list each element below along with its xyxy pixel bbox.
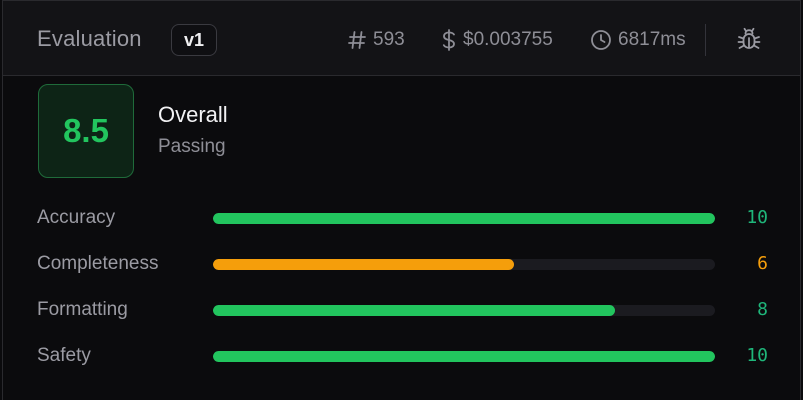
criterion-score: 10 bbox=[746, 345, 768, 366]
overall-score-box: 8.5 bbox=[38, 84, 134, 178]
criterion-row: Accuracy 10 bbox=[3, 203, 800, 233]
criterion-label: Accuracy bbox=[37, 207, 116, 228]
bug-icon[interactable] bbox=[736, 27, 762, 53]
criterion-score: 10 bbox=[746, 207, 768, 228]
criterion-label: Formatting bbox=[37, 299, 128, 320]
duration-value: 6817ms bbox=[618, 29, 686, 50]
overall-score: 8.5 bbox=[63, 112, 109, 149]
criterion-label: Completeness bbox=[37, 253, 159, 274]
score-bar-track bbox=[213, 259, 715, 270]
score-bar-fill bbox=[213, 259, 515, 270]
criterion-label: Safety bbox=[37, 345, 91, 366]
score-bar-track bbox=[213, 213, 715, 224]
criterion-row: Safety 10 bbox=[3, 341, 800, 371]
overall-label: Overall bbox=[158, 102, 228, 127]
criterion-score: 8 bbox=[757, 299, 768, 320]
score-bar-track bbox=[213, 351, 715, 362]
header-divider bbox=[705, 24, 706, 56]
criterion-score: 6 bbox=[757, 253, 768, 274]
evaluation-panel: Evaluation v1 593 $0.003755 6817ms 8.5 O… bbox=[2, 0, 801, 400]
score-bar-track bbox=[213, 305, 715, 316]
score-bar-fill bbox=[213, 213, 715, 224]
token-count-value: 593 bbox=[373, 29, 405, 50]
duration: 6817ms bbox=[590, 28, 686, 52]
version-badge: v1 bbox=[171, 24, 218, 56]
dollar-icon bbox=[441, 29, 457, 51]
panel-title: Evaluation bbox=[37, 26, 142, 51]
score-bar-fill bbox=[213, 351, 715, 362]
overall-status: Passing bbox=[158, 136, 226, 157]
token-count: 593 bbox=[347, 28, 405, 52]
criterion-row: Formatting 8 bbox=[3, 295, 800, 325]
hash-icon bbox=[347, 30, 367, 50]
clock-icon bbox=[590, 29, 612, 51]
score-bar-fill bbox=[213, 305, 615, 316]
cost: $0.003755 bbox=[441, 28, 553, 52]
cost-value: $0.003755 bbox=[463, 29, 553, 50]
panel-header: Evaluation v1 593 $0.003755 6817ms bbox=[3, 0, 800, 76]
criterion-row: Completeness 6 bbox=[3, 249, 800, 279]
